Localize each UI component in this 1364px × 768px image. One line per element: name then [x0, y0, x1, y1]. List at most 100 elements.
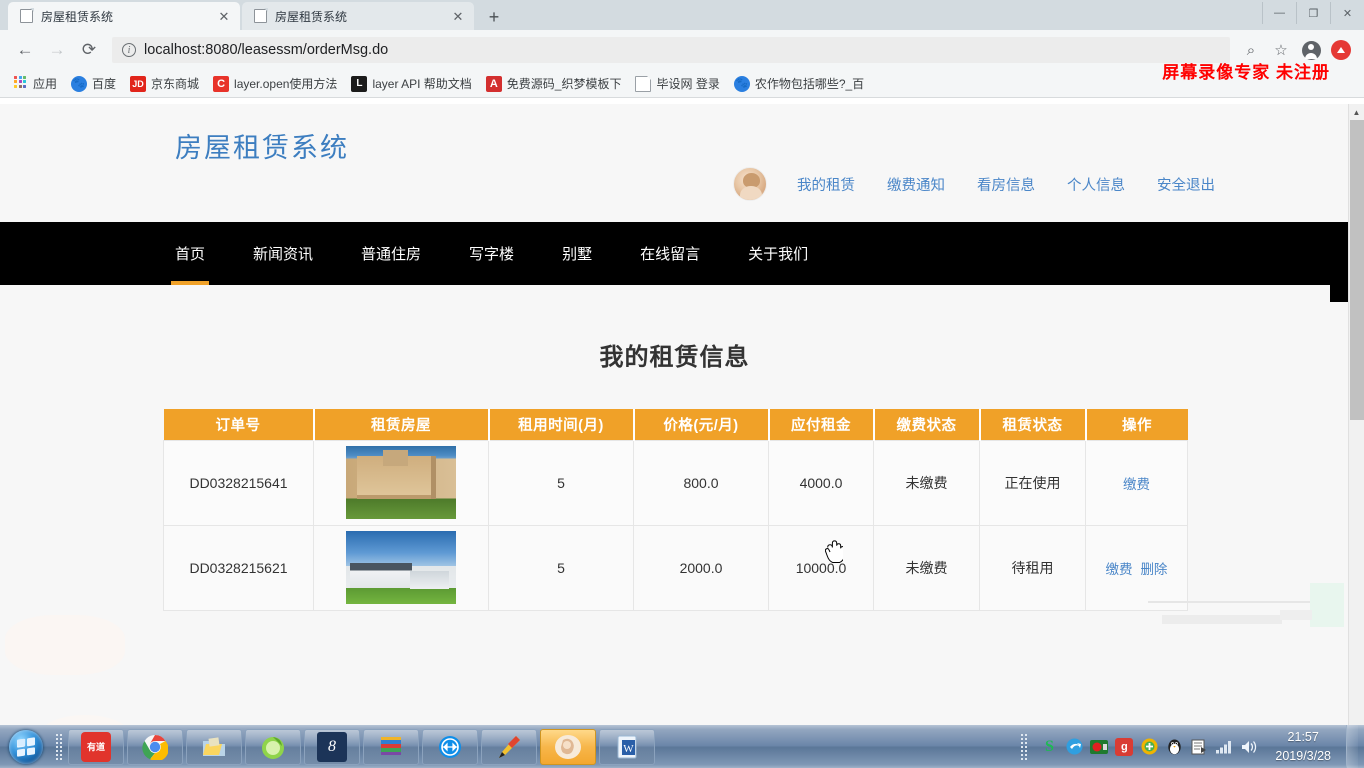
update-shield-icon[interactable]	[1140, 738, 1158, 756]
bookmark-layer-open[interactable]: C layer.open使用方法	[213, 75, 337, 92]
bookmark-apps[interactable]: 应用	[12, 75, 57, 92]
page-title: 我的租赁信息	[599, 344, 750, 371]
scrollbar-thumb[interactable]	[1350, 120, 1364, 420]
page-scrollbar[interactable]: ▲	[1348, 104, 1364, 725]
site-info-icon[interactable]: i	[122, 43, 136, 57]
cell-price: 2000.0	[633, 524, 769, 611]
bookmark-crops[interactable]: 🐾 农作物包括哪些?_百	[733, 75, 865, 92]
svg-text:W: W	[623, 743, 634, 755]
system-tray: S g 21:57 2019/3/28	[1015, 725, 1364, 768]
site-logo[interactable]: 房屋租赁系统	[175, 126, 349, 165]
delete-link[interactable]: 删除	[1140, 562, 1167, 577]
chrome-icon	[140, 732, 170, 762]
taskbar-app-youdao[interactable]: 有道	[68, 728, 124, 765]
network-signal-icon[interactable]	[1215, 738, 1233, 756]
nav-logout[interactable]: 安全退出	[1141, 174, 1231, 195]
tab-title: 房屋租赁系统	[275, 9, 348, 24]
col-order-no: 订单号	[163, 409, 315, 440]
taskbar-clock[interactable]: 21:57 2019/3/28	[1265, 728, 1339, 764]
close-window-button[interactable]: ✕	[1330, 2, 1364, 24]
tray-grip[interactable]	[1019, 732, 1029, 762]
new-tab-button[interactable]: +	[480, 4, 508, 30]
minimize-button[interactable]: —	[1262, 2, 1296, 24]
winrar-icon	[376, 732, 406, 762]
col-lease-status: 租赁状态	[979, 409, 1087, 440]
avatar[interactable]	[733, 167, 767, 201]
scroll-up-icon[interactable]: ▲	[1349, 104, 1364, 120]
cell-payable: 4000.0	[768, 439, 874, 526]
cell-price: 800.0	[633, 439, 769, 526]
forward-icon[interactable]: →	[42, 35, 72, 65]
nav-item-villa[interactable]: 别墅	[562, 222, 592, 285]
taskbar-app-green-media[interactable]	[245, 728, 301, 765]
volume-icon[interactable]	[1240, 738, 1258, 756]
close-icon[interactable]: ✕	[216, 10, 232, 23]
bookmark-baidu[interactable]: 🐾 百度	[71, 75, 116, 92]
background-artifact	[40, 715, 130, 725]
bookmark-jd[interactable]: JD 京东商城	[130, 75, 199, 92]
pay-link[interactable]: 缴费	[1123, 477, 1150, 492]
nav-item-about-us[interactable]: 关于我们	[748, 222, 808, 285]
google-plus-icon[interactable]: g	[1115, 737, 1134, 756]
start-button[interactable]	[2, 728, 50, 766]
browser-toolbar: ← → ⟳ i localhost:8080/leasessm/orderMsg…	[0, 30, 1364, 82]
update-arrow-icon[interactable]	[1328, 37, 1354, 63]
nav-item-news[interactable]: 新闻资讯	[253, 222, 313, 285]
nav-personal-info[interactable]: 个人信息	[1051, 174, 1141, 195]
browser-tab-2[interactable]: 房屋租赁系统 ✕	[242, 2, 474, 30]
house-thumbnail-icon[interactable]	[346, 531, 456, 604]
c-icon: C	[213, 75, 230, 92]
nav-item-message-board[interactable]: 在线留言	[640, 222, 700, 285]
screen-recorder-icon[interactable]	[1090, 738, 1109, 756]
tab-strip: 房屋租赁系统 ✕ 房屋租赁系统 ✕ + — ❐ ✕	[0, 0, 1364, 30]
table-row: DD0328215641 5 800.0 4000.0 未缴费 正在使用 缴费	[163, 439, 1188, 526]
nav-viewing-info[interactable]: 看房信息	[961, 174, 1051, 195]
table-header-row: 订单号 租赁房屋 租用时间(月) 价格(元/月) 应付租金 缴费状态 租赁状态 …	[163, 409, 1188, 440]
nav-item-home[interactable]: 首页	[170, 222, 210, 285]
taskbar-app-pencil-tool[interactable]	[481, 728, 537, 765]
background-artifact	[5, 615, 125, 675]
cell-pay-status: 未缴费	[873, 524, 980, 611]
nav-my-lease[interactable]: 我的租赁	[781, 174, 871, 195]
taskbar-app-teamviewer[interactable]	[422, 728, 478, 765]
a-icon: A	[485, 75, 502, 92]
sogou-input-icon[interactable]: S	[1040, 738, 1058, 756]
bookmark-label: 农作物包括哪些?_百	[754, 77, 865, 91]
bookmark-label: 百度	[92, 77, 117, 91]
window-controls: — ❐ ✕	[1262, 0, 1364, 26]
back-icon[interactable]: ←	[10, 35, 40, 65]
l-icon: L	[351, 75, 368, 92]
taskbar-app-chrome[interactable]	[127, 728, 183, 765]
nav-payment-notice[interactable]: 缴费通知	[871, 174, 961, 195]
taskbar-app-photo-viewer[interactable]	[540, 728, 596, 765]
show-desktop-button[interactable]	[1346, 725, 1358, 768]
pay-link[interactable]: 缴费	[1106, 562, 1133, 577]
taskbar-app-winrar[interactable]	[363, 728, 419, 765]
page-favicon-icon	[20, 8, 34, 23]
reload-icon[interactable]: ⟳	[74, 35, 104, 65]
close-icon[interactable]: ✕	[450, 10, 466, 23]
taskbar-app-word[interactable]: W	[599, 728, 655, 765]
bookmark-bishe[interactable]: 毕设网 登录	[635, 75, 720, 92]
nav-item-office-building[interactable]: 写字楼	[469, 222, 514, 285]
house-thumbnail-icon[interactable]	[346, 446, 456, 519]
taskbar-app-folder[interactable]	[186, 728, 242, 765]
bookmark-layer-api[interactable]: L layer API 帮助文档	[351, 75, 472, 92]
qq-penguin-icon[interactable]	[1165, 738, 1183, 756]
screen-recorder-watermark: 屏幕录像专家 未注册	[1162, 63, 1330, 82]
browser-tab-1[interactable]: 房屋租赁系统 ✕	[8, 2, 240, 30]
taskbar-app-navicat[interactable]: 8	[304, 728, 360, 765]
cell-operations: 缴费 删除	[1085, 524, 1188, 611]
bookmark-free-source[interactable]: A 免费源码_织梦模板下	[485, 75, 621, 92]
cell-lease-status: 待租用	[979, 524, 1086, 611]
address-bar[interactable]: i localhost:8080/leasessm/orderMsg.do	[112, 37, 1230, 63]
toolbar-grip[interactable]	[54, 732, 64, 762]
cell-order-no: DD0328215621	[163, 524, 314, 611]
clipboard-app-icon[interactable]	[1190, 738, 1208, 756]
restore-button[interactable]: ❐	[1296, 2, 1330, 24]
bookmarks-bar: 应用 🐾 百度 JD 京东商城 C layer.open使用方法 L layer…	[0, 70, 1364, 98]
nav-item-ordinary-housing[interactable]: 普通住房	[361, 222, 421, 285]
blue-circle-app-icon[interactable]	[1065, 738, 1083, 756]
doc-icon	[635, 75, 652, 92]
cell-months: 5	[488, 524, 634, 611]
